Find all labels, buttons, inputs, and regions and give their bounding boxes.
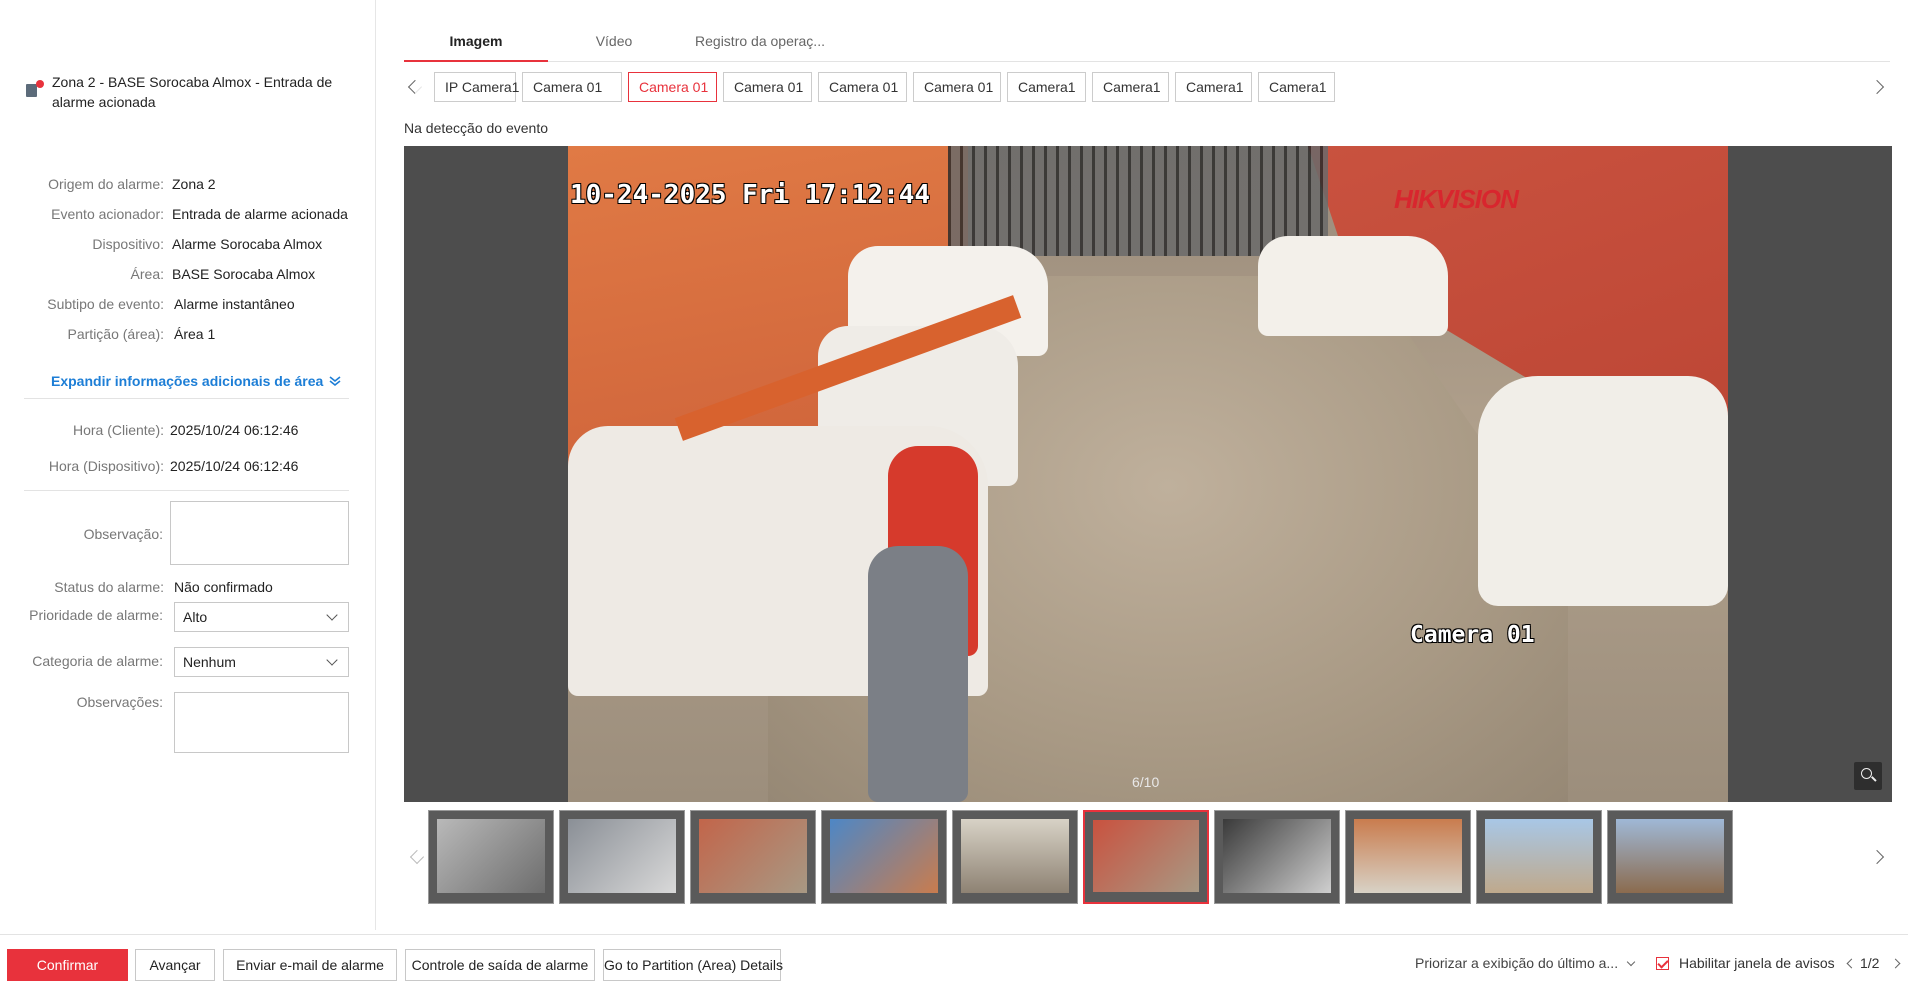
enable-popup-label: Habilitar janela de avisos: [1679, 955, 1835, 971]
divider: [24, 490, 349, 491]
osd-camera-name: Camera 01: [1410, 622, 1535, 648]
expand-area-info-link[interactable]: Expandir informações adicionais de área: [51, 373, 341, 389]
camera-button[interactable]: Camera 01: [522, 72, 622, 102]
captured-image: 10-24-2025 Fri 17:12:44 HIKVISION Camera…: [568, 146, 1728, 802]
camera-button[interactable]: Camera 01: [913, 72, 1001, 102]
thumbnail-image: [1223, 819, 1331, 893]
thumbnail[interactable]: [1607, 810, 1733, 904]
camera-button[interactable]: Camera1: [1175, 72, 1252, 102]
chevron-down-icon: [326, 609, 338, 621]
remarks-label: Observações:: [76, 694, 163, 710]
chevron-left-icon[interactable]: [409, 849, 425, 865]
thumbnail-image: [699, 819, 807, 893]
chevron-down-icon: [326, 654, 338, 666]
observation-textarea[interactable]: [170, 501, 349, 565]
camera-button[interactable]: Camera1: [1092, 72, 1169, 102]
remarks-textarea[interactable]: [174, 692, 349, 753]
action-bar: Confirmar Avançar Enviar e-mail de alarm…: [0, 934, 1908, 987]
page-indicator: 1/2: [1860, 955, 1880, 971]
camera-button[interactable]: Camera 01: [628, 72, 717, 102]
time-device: Hora (Dispositivo): 2025/10/24 06:12:46: [48, 458, 299, 474]
thumbnail-image: [1354, 819, 1462, 893]
thumbnail-image: [568, 819, 676, 893]
hikvision-logo: HIKVISION: [1394, 184, 1519, 214]
category-label: Categoria de alarme:: [32, 653, 163, 669]
thumbnail[interactable]: [1476, 810, 1602, 904]
chevron-right-icon[interactable]: [1890, 958, 1901, 969]
thumbnail-image: [1093, 820, 1199, 892]
priority-select[interactable]: Alto: [174, 602, 349, 632]
thumbnail[interactable]: [1214, 810, 1340, 904]
alarm-output-button[interactable]: Controle de saída de alarme: [405, 949, 595, 981]
image-viewer[interactable]: 10-24-2025 Fri 17:12:44 HIKVISION Camera…: [404, 146, 1892, 802]
chevron-down-icon: [1626, 957, 1636, 967]
chevron-left-icon[interactable]: [1846, 958, 1857, 969]
alarm-detail-panel: Zona 2 - BASE Sorocaba Almox - Entrada d…: [0, 0, 376, 930]
thumbnail[interactable]: [821, 810, 947, 904]
thumbnail-image: [1616, 819, 1724, 893]
thumbnail-strip: [404, 810, 1892, 906]
media-tabs: Imagem Vídeo Registro da operaç...: [404, 28, 1890, 62]
detail-origin: Origem do alarme: Zona 2: [48, 176, 216, 192]
thumbnail[interactable]: [1345, 810, 1471, 904]
observation-label: Observação:: [83, 526, 163, 542]
thumbnail[interactable]: [952, 810, 1078, 904]
alarm-status: Status do alarme: Não confirmado: [54, 579, 273, 595]
send-email-button[interactable]: Enviar e-mail de alarme: [223, 949, 397, 981]
thumbnail[interactable]: [690, 810, 816, 904]
tab-video[interactable]: Vídeo: [564, 28, 664, 62]
thumbnail-image: [961, 819, 1069, 893]
category-select[interactable]: Nenhum: [174, 647, 349, 677]
thumbnail-image: [830, 819, 938, 893]
confirm-button[interactable]: Confirmar: [7, 949, 128, 981]
detail-area: Área: BASE Sorocaba Almox: [130, 266, 316, 282]
camera-button[interactable]: Camera 01: [723, 72, 812, 102]
thumbnail[interactable]: [1083, 810, 1209, 904]
chevron-right-icon[interactable]: [1869, 849, 1885, 865]
display-priority-select[interactable]: Priorizar a exibição do último a...: [1415, 955, 1636, 971]
priority-label: Prioridade de alarme:: [29, 607, 163, 623]
detail-trigger-event: Evento acionador: Entrada de alarme acio…: [51, 206, 348, 222]
tab-image[interactable]: Imagem: [404, 28, 548, 62]
time-client: Hora (Cliente): 2025/10/24 06:12:46: [72, 422, 299, 438]
alarm-input-icon: [24, 80, 44, 98]
enable-popup-checkbox[interactable]: [1656, 957, 1669, 970]
partition-details-button[interactable]: Go to Partition (Area) Details: [603, 949, 783, 981]
image-counter: 6/10: [1132, 774, 1160, 790]
divider: [24, 398, 349, 399]
thumbnail[interactable]: [428, 810, 554, 904]
chevron-left-icon[interactable]: [407, 79, 423, 95]
thumbnail[interactable]: [559, 810, 685, 904]
detail-event-subtype: Subtipo de evento: Alarme instantâneo: [47, 296, 295, 312]
detection-label: Na detecção do evento: [404, 120, 548, 136]
alarm-title: Zona 2 - BASE Sorocaba Almox - Entrada d…: [52, 74, 333, 110]
detail-device: Dispositivo: Alarme Sorocaba Almox: [92, 236, 323, 252]
alarm-header: Zona 2 - BASE Sorocaba Almox - Entrada d…: [24, 72, 344, 112]
double-chevron-down-icon: [329, 376, 341, 387]
osd-timestamp: 10-24-2025 Fri 17:12:44: [570, 180, 931, 210]
advance-button[interactable]: Avançar: [135, 949, 215, 981]
camera-button[interactable]: Camera1: [1258, 72, 1335, 102]
camera-button[interactable]: Camera1: [1007, 72, 1086, 102]
zoom-in-icon[interactable]: [1854, 762, 1882, 790]
camera-selector: IP Camera1 Camera 01 Camera 01 Camera 01 Cam…: [404, 72, 1890, 102]
camera-button[interactable]: Camera 01: [818, 72, 907, 102]
tab-operation-log[interactable]: Registro da operaç...: [680, 28, 840, 62]
detail-partition: Partição (área): Área 1: [67, 326, 216, 342]
thumbnail-image: [1485, 819, 1593, 893]
thumbnail-image: [437, 819, 545, 893]
chevron-right-icon[interactable]: [1869, 79, 1885, 95]
camera-button[interactable]: IP Camera1: [434, 72, 519, 102]
